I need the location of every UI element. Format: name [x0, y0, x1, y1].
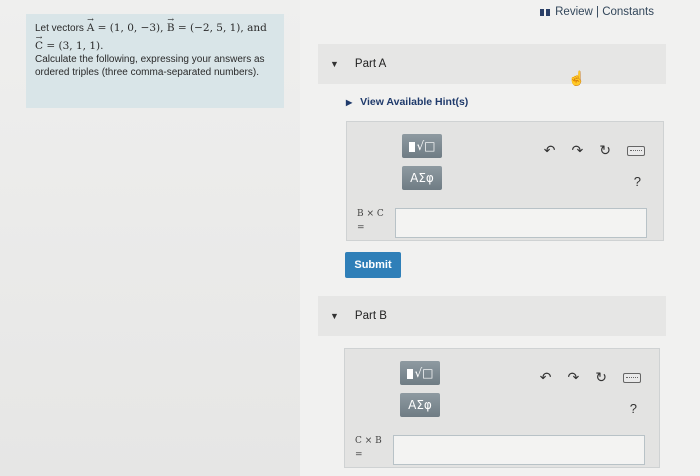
hint-label: View Available Hint(s) — [360, 96, 469, 108]
part-a-header[interactable]: ▼ Part A — [318, 44, 666, 84]
part-a-title: Part A — [354, 58, 387, 70]
math-template-button[interactable]: √□ — [400, 361, 440, 385]
help-icon[interactable]: ? — [630, 401, 637, 416]
problem-statement: Let vectors A = (1, 0, −3), B = (−2, 5, … — [26, 14, 284, 108]
reset-icon[interactable]: ↻ — [595, 369, 607, 386]
keyboard-icon[interactable] — [627, 145, 645, 156]
view-hints-link[interactable]: ▶ View Available Hint(s) — [346, 96, 468, 108]
vector-b-value: = (−2, 5, 1), and — [174, 22, 267, 34]
part-b-expr-text: C × B — [355, 436, 382, 446]
part-b-template-toolbar: √□ ΑΣφ — [400, 361, 440, 425]
part-a-edit-toolbar: ↶ ↷ ↻ — [544, 142, 645, 159]
vector-c-value: = (3, 1, 1). — [43, 39, 104, 52]
collapse-caret-icon[interactable]: ▼ — [330, 311, 339, 321]
hand-cursor-icon: ☝ — [568, 70, 586, 86]
math-template-button[interactable]: √□ — [402, 134, 442, 158]
part-a-expression: B × C = — [357, 207, 384, 235]
vector-a-value: = (1, 0, −3), — [94, 22, 167, 34]
redo-icon[interactable]: ↷ — [568, 369, 580, 386]
reset-icon[interactable]: ↻ — [599, 142, 611, 159]
review-label: Review | Constants — [555, 6, 654, 18]
part-a-expr-text: B × C — [357, 209, 384, 219]
undo-icon[interactable]: ↶ — [544, 142, 556, 159]
part-b-answer-input[interactable] — [393, 435, 645, 465]
part-a-answer-input[interactable] — [395, 208, 647, 238]
help-icon[interactable]: ? — [634, 174, 641, 189]
redo-icon[interactable]: ↷ — [572, 142, 584, 159]
collapse-caret-icon[interactable]: ▼ — [330, 59, 339, 69]
submit-button[interactable]: Submit — [345, 252, 401, 278]
part-a-answer-panel: √□ ΑΣφ ↶ ↷ ↻ ? B × C = — [346, 121, 664, 241]
undo-icon[interactable]: ↶ — [540, 369, 552, 386]
vector-c: C — [35, 32, 43, 53]
part-b-answer-panel: √□ ΑΣφ ↶ ↷ ↻ ? C × B = — [344, 348, 660, 468]
part-b-title: Part B — [354, 310, 387, 322]
keyboard-icon[interactable] — [623, 372, 641, 383]
part-a-equals: = — [357, 223, 365, 233]
review-constants-link[interactable]: Review | Constants — [540, 6, 654, 18]
part-b-header[interactable]: ▼ Part B — [318, 296, 666, 336]
part-a-template-toolbar: √□ ΑΣφ — [402, 134, 442, 198]
problem-instruction: Calculate the following, expressing your… — [35, 54, 265, 78]
expand-triangle-icon: ▶ — [346, 97, 353, 107]
greek-symbols-button[interactable]: ΑΣφ — [402, 166, 442, 190]
part-b-equals: = — [355, 450, 363, 460]
list-icon — [540, 8, 551, 16]
greek-symbols-button[interactable]: ΑΣφ — [400, 393, 440, 417]
part-b-edit-toolbar: ↶ ↷ ↻ — [540, 369, 641, 386]
vector-a: A — [87, 14, 95, 35]
vector-b: B — [167, 14, 175, 35]
part-b-expression: C × B = — [355, 434, 382, 462]
